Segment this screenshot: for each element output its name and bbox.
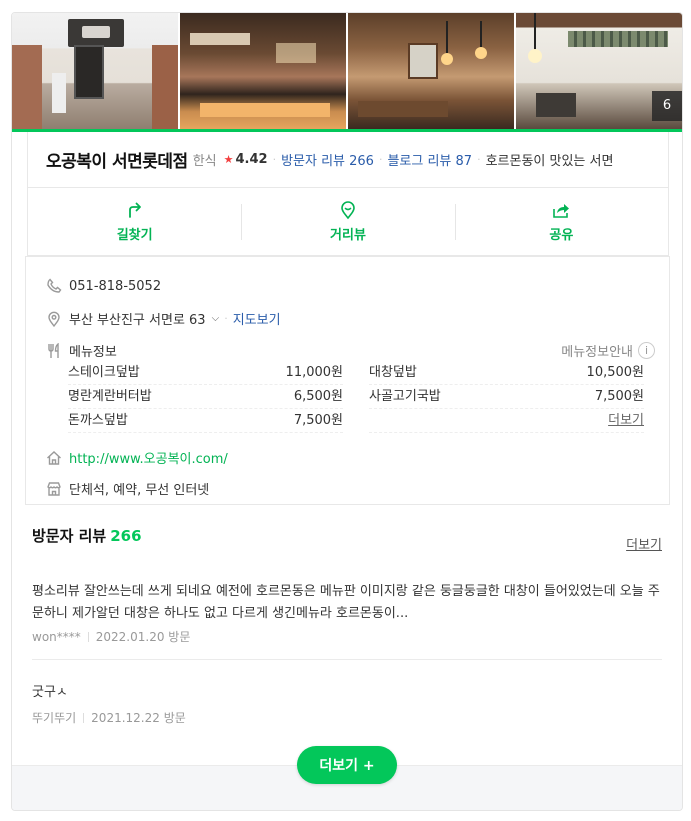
address-row: 부산 부산진구 서면로 63 ⌵ · 지도보기 [46,309,281,328]
star-icon: ★ [223,153,234,166]
menu-item-price: 7,500원 [594,388,644,404]
place-name: 오공복이 서면롯데점 [46,152,188,172]
fork-knife-icon [48,342,59,358]
place-header: 오공복이 서면롯데점 한식 ★ 4.42 · 방문자 리뷰 266 · 블로그 … [27,132,669,188]
review-text[interactable]: 평소리뷰 잘안쓰는데 쓰게 되네요 예전에 호르몬동은 메뉴판 이미지랑 같은 … [32,581,664,625]
map-link[interactable]: 지도보기 [233,309,281,328]
place-description: 호르몬동이 맛있는 서면 [485,154,614,169]
menu-row: 스테이크덮밥 11,000원 대창덮밥 10,500원 [68,358,644,385]
chevron-down-icon[interactable]: ⌵ [212,313,220,324]
review-author[interactable]: won**** [32,630,81,644]
menu-item-name: 대창덮밥 [369,364,417,380]
menu-more-cell: 더보기 [369,409,644,433]
separator-dot: · [477,153,481,166]
directions-icon [128,202,141,218]
location-pin-icon [48,311,60,327]
address-text: 부산 부산진구 서면로 63 [69,313,206,328]
directions-label: 길찾기 [116,228,153,243]
store-icon [47,481,61,496]
share-icon [553,204,570,218]
photo-count-badge[interactable]: 6 [652,91,682,121]
menu-item-price: 6,500원 [293,388,343,404]
menu-item-price: 11,000원 [285,364,343,380]
separator-dot: · [272,153,277,166]
place-category: 한식 [192,154,217,169]
menu-item-name: 명란계란버터밥 [68,388,152,404]
meta-separator [87,631,89,642]
menu-item: 스테이크덮밥 11,000원 [68,361,343,385]
action-bar: 길찾기 거리뷰 공유 [27,188,669,256]
place-detail: 051-818-5052 부산 부산진구 서면로 63 ⌵ · 지도보기 메뉴정… [25,256,670,505]
menu-row: 돈까스덮밥 7,500원 더보기 [68,406,644,433]
review-title: 방문자 리뷰 [32,527,107,545]
street-view-icon [341,201,355,220]
menu-item-name: 사골고기국밥 [369,388,441,404]
menu-item: 돈까스덮밥 7,500원 [68,409,343,433]
review-meta: won**** 2022.01.20 방문 [32,628,190,645]
review-date: 2021.12.22 방문 [91,711,186,725]
menu-item-price: 10,500원 [586,364,644,380]
facilities-text: 단체석, 예약, 무선 인터넷 [69,483,210,498]
phone-row: 051-818-5052 [46,278,161,294]
review-meta: 뚜기뚜기 2021.12.22 방문 [32,709,186,726]
review-more-link[interactable]: 더보기 [626,534,662,553]
street-view-label: 거리뷰 [330,228,366,243]
separator-dot: · [224,312,228,325]
menu-item: 명란계란버터밥 6,500원 [68,385,343,409]
menu-item-name: 돈까스덮밥 [68,412,128,428]
rating-value: 4.42 [235,152,268,167]
meta-separator [83,712,85,723]
separator-dot: · [378,153,383,166]
photo-strip[interactable]: 6 [12,13,682,129]
photo-dining-room[interactable] [348,13,514,129]
review-author[interactable]: 뚜기뚜기 [32,709,76,726]
review-section-title: 방문자 리뷰 266 [32,525,142,546]
phone-number[interactable]: 051-818-5052 [69,279,161,294]
street-view-button[interactable]: 거리뷰 [241,188,454,255]
share-button[interactable]: 공유 [454,188,668,255]
load-more-button[interactable]: 더보기 + [297,746,397,784]
photo-bar-counter[interactable] [180,13,346,129]
photo-storefront[interactable] [12,13,178,129]
blog-review-link[interactable]: 블로그 리뷰 87 [387,150,472,169]
menu-item: 사골고기국밥 7,500원 [369,385,644,409]
website-row: http://www.오공복이.com/ [46,448,228,467]
directions-button[interactable]: 길찾기 [28,188,241,255]
menu-item-name: 스테이크덮밥 [68,364,140,380]
review-text[interactable]: 굿구ㅅ [32,681,68,700]
phone-icon [47,278,62,293]
menu-item-price: 7,500원 [293,412,343,428]
visitor-review-link[interactable]: 방문자 리뷰 266 [281,150,374,169]
website-link[interactable]: http://www.오공복이.com/ [69,448,228,467]
menu-list: 스테이크덮밥 11,000원 대창덮밥 10,500원 명란계란버터밥 6,500원 … [68,358,644,433]
review-date: 2022.01.20 방문 [95,630,191,644]
home-icon [47,450,61,465]
menu-item: 대창덮밥 10,500원 [369,361,644,385]
photo-interior[interactable]: 6 [516,13,682,129]
facilities-row: 단체석, 예약, 무선 인터넷 [46,479,209,498]
share-label: 공유 [549,228,574,243]
place-card: 6 오공복이 서면롯데점 한식 ★ 4.42 · 방문자 리뷰 266 · 블로… [11,12,683,811]
review-divider [32,659,662,660]
menu-row: 명란계란버터밥 6,500원 사골고기국밥 7,500원 [68,382,644,409]
review-count: 266 [110,527,142,545]
info-icon: i [638,342,655,359]
menu-more-link[interactable]: 더보기 [608,409,644,428]
